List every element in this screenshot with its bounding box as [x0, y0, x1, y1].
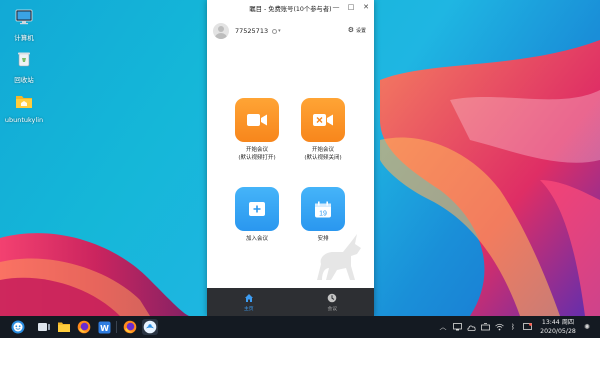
video-camera-off-icon: [313, 114, 333, 126]
desktop-icon-label: ubuntukylin: [4, 116, 44, 124]
window-title: 瞩目 - 免费账号(10个参与者): [249, 5, 332, 13]
tile-label: 加入会议: [245, 236, 268, 242]
multitask-icon: [38, 323, 50, 331]
folder-icon: [58, 322, 70, 332]
taskbar: W ︿ ᛒ 13:44 周四 2020/05/28 ✺: [0, 316, 600, 338]
status-dot-icon: [272, 28, 278, 34]
window-titlebar[interactable]: 瞩目 - 免费账号(10个参与者) — □ ✕: [207, 0, 374, 16]
chevron-down-icon: ▾: [278, 28, 281, 34]
notification-icon: [522, 323, 532, 330]
tile-sublabel: (默认视频打开): [238, 155, 276, 161]
unicorn-watermark: [317, 234, 361, 280]
tray-wifi-button[interactable]: [494, 322, 504, 332]
firefox-running-button[interactable]: [122, 319, 138, 335]
ukui-start-icon: [11, 320, 25, 334]
nav-home[interactable]: 主页: [207, 288, 291, 316]
wps-writer-icon: W: [98, 321, 110, 333]
desktop: 计算机 回收站 ubuntukylin 瞩目 - 免费账号(10个参与者) —: [0, 0, 600, 316]
clock-time: 13:44 周四: [541, 319, 575, 326]
desktop-icon-label: 计算机: [14, 34, 34, 42]
join-plus-icon: [249, 202, 265, 216]
nav-meetings-label: 会议: [327, 306, 338, 312]
settings-label: 设置: [355, 27, 366, 34]
calendar-icon: 19: [315, 201, 331, 217]
join-meeting-tile[interactable]: 加入会议: [228, 187, 286, 243]
file-manager-button[interactable]: [56, 319, 72, 335]
tray-expand-button[interactable]: ︿: [438, 322, 448, 332]
wifi-icon: [494, 323, 504, 331]
user-id: 77525713: [235, 27, 269, 35]
clock-date: 2020/05/28: [540, 328, 576, 335]
nav-meetings[interactable]: 会议: [291, 288, 375, 316]
maximize-button[interactable]: □: [347, 3, 355, 11]
taskbar-separator: [116, 321, 117, 333]
maximize-icon: □: [347, 3, 355, 11]
start-meeting-video-off-tile[interactable]: 开始会议 (默认视频关闭): [294, 98, 352, 162]
home-icon: [244, 293, 253, 302]
drive-icon: [480, 323, 490, 331]
tray-cloud-button[interactable]: [466, 322, 476, 332]
firefox-icon: [77, 320, 91, 334]
desktop-icon-label: 回收站: [14, 76, 34, 84]
minimize-icon: —: [332, 3, 340, 11]
user-bar: 77525713 ▾ ⚙ 设置: [207, 16, 374, 46]
schedule-button[interactable]: 19: [301, 187, 345, 231]
network-icon: [452, 323, 462, 331]
tile-label: 开始会议: [245, 147, 268, 153]
minimize-button[interactable]: —: [332, 3, 340, 11]
status-dropdown[interactable]: ▾: [272, 28, 281, 34]
computer-icon: [0, 9, 48, 29]
tile-label: 开始会议: [311, 147, 334, 153]
start-menu-button[interactable]: [10, 319, 26, 335]
start-meeting-video-off-button[interactable]: [301, 98, 345, 142]
close-icon: ✕: [363, 3, 369, 11]
sun-icon: ✺: [584, 323, 590, 331]
multitask-view-button[interactable]: [36, 319, 52, 335]
nav-home-label: 主页: [243, 306, 254, 312]
tray-bluetooth-button[interactable]: ᛒ: [508, 322, 518, 332]
desktop-icon-computer[interactable]: 计算机: [0, 9, 48, 42]
app-window: 瞩目 - 免费账号(10个参与者) — □ ✕ 77525713 ▾ ⚙ 设置: [207, 0, 374, 316]
gear-icon: ⚙: [347, 26, 354, 34]
trash-icon: [0, 51, 48, 71]
clock-icon: [327, 293, 337, 302]
avatar[interactable]: [213, 23, 229, 39]
firefox-launcher[interactable]: [76, 319, 92, 335]
video-camera-icon: [247, 114, 267, 126]
chevron-up-icon: ︿: [439, 323, 447, 331]
tray-drive-button[interactable]: [480, 322, 490, 332]
join-meeting-button[interactable]: [235, 187, 279, 231]
zhumu-running-button[interactable]: [142, 319, 158, 335]
zhumu-app-icon: [143, 320, 157, 334]
bottom-nav: 主页 会议: [207, 288, 374, 316]
start-meeting-video-on-tile[interactable]: 开始会议 (默认视频打开): [228, 98, 286, 162]
svg-text:W: W: [100, 323, 109, 332]
wps-writer-launcher[interactable]: W: [96, 319, 112, 335]
tray-notification-button[interactable]: [522, 322, 532, 332]
desktop-icon-trash[interactable]: 回收站: [0, 51, 48, 84]
tray-network-button[interactable]: [452, 322, 462, 332]
night-mode-button[interactable]: ✺: [582, 322, 592, 332]
desktop-icon-home-folder[interactable]: ubuntukylin: [0, 93, 48, 124]
start-meeting-video-on-button[interactable]: [235, 98, 279, 142]
firefox-icon: [123, 320, 137, 334]
folder-icon: [0, 93, 48, 113]
cloud-icon: [466, 325, 476, 331]
close-button[interactable]: ✕: [362, 3, 370, 11]
settings-button[interactable]: ⚙ 设置: [348, 26, 366, 34]
calendar-day: 19: [319, 210, 327, 217]
bluetooth-icon: ᛒ: [510, 323, 516, 331]
taskbar-clock[interactable]: 13:44 周四 2020/05/28: [536, 318, 580, 336]
tile-sublabel: (默认视频关闭): [304, 155, 342, 161]
